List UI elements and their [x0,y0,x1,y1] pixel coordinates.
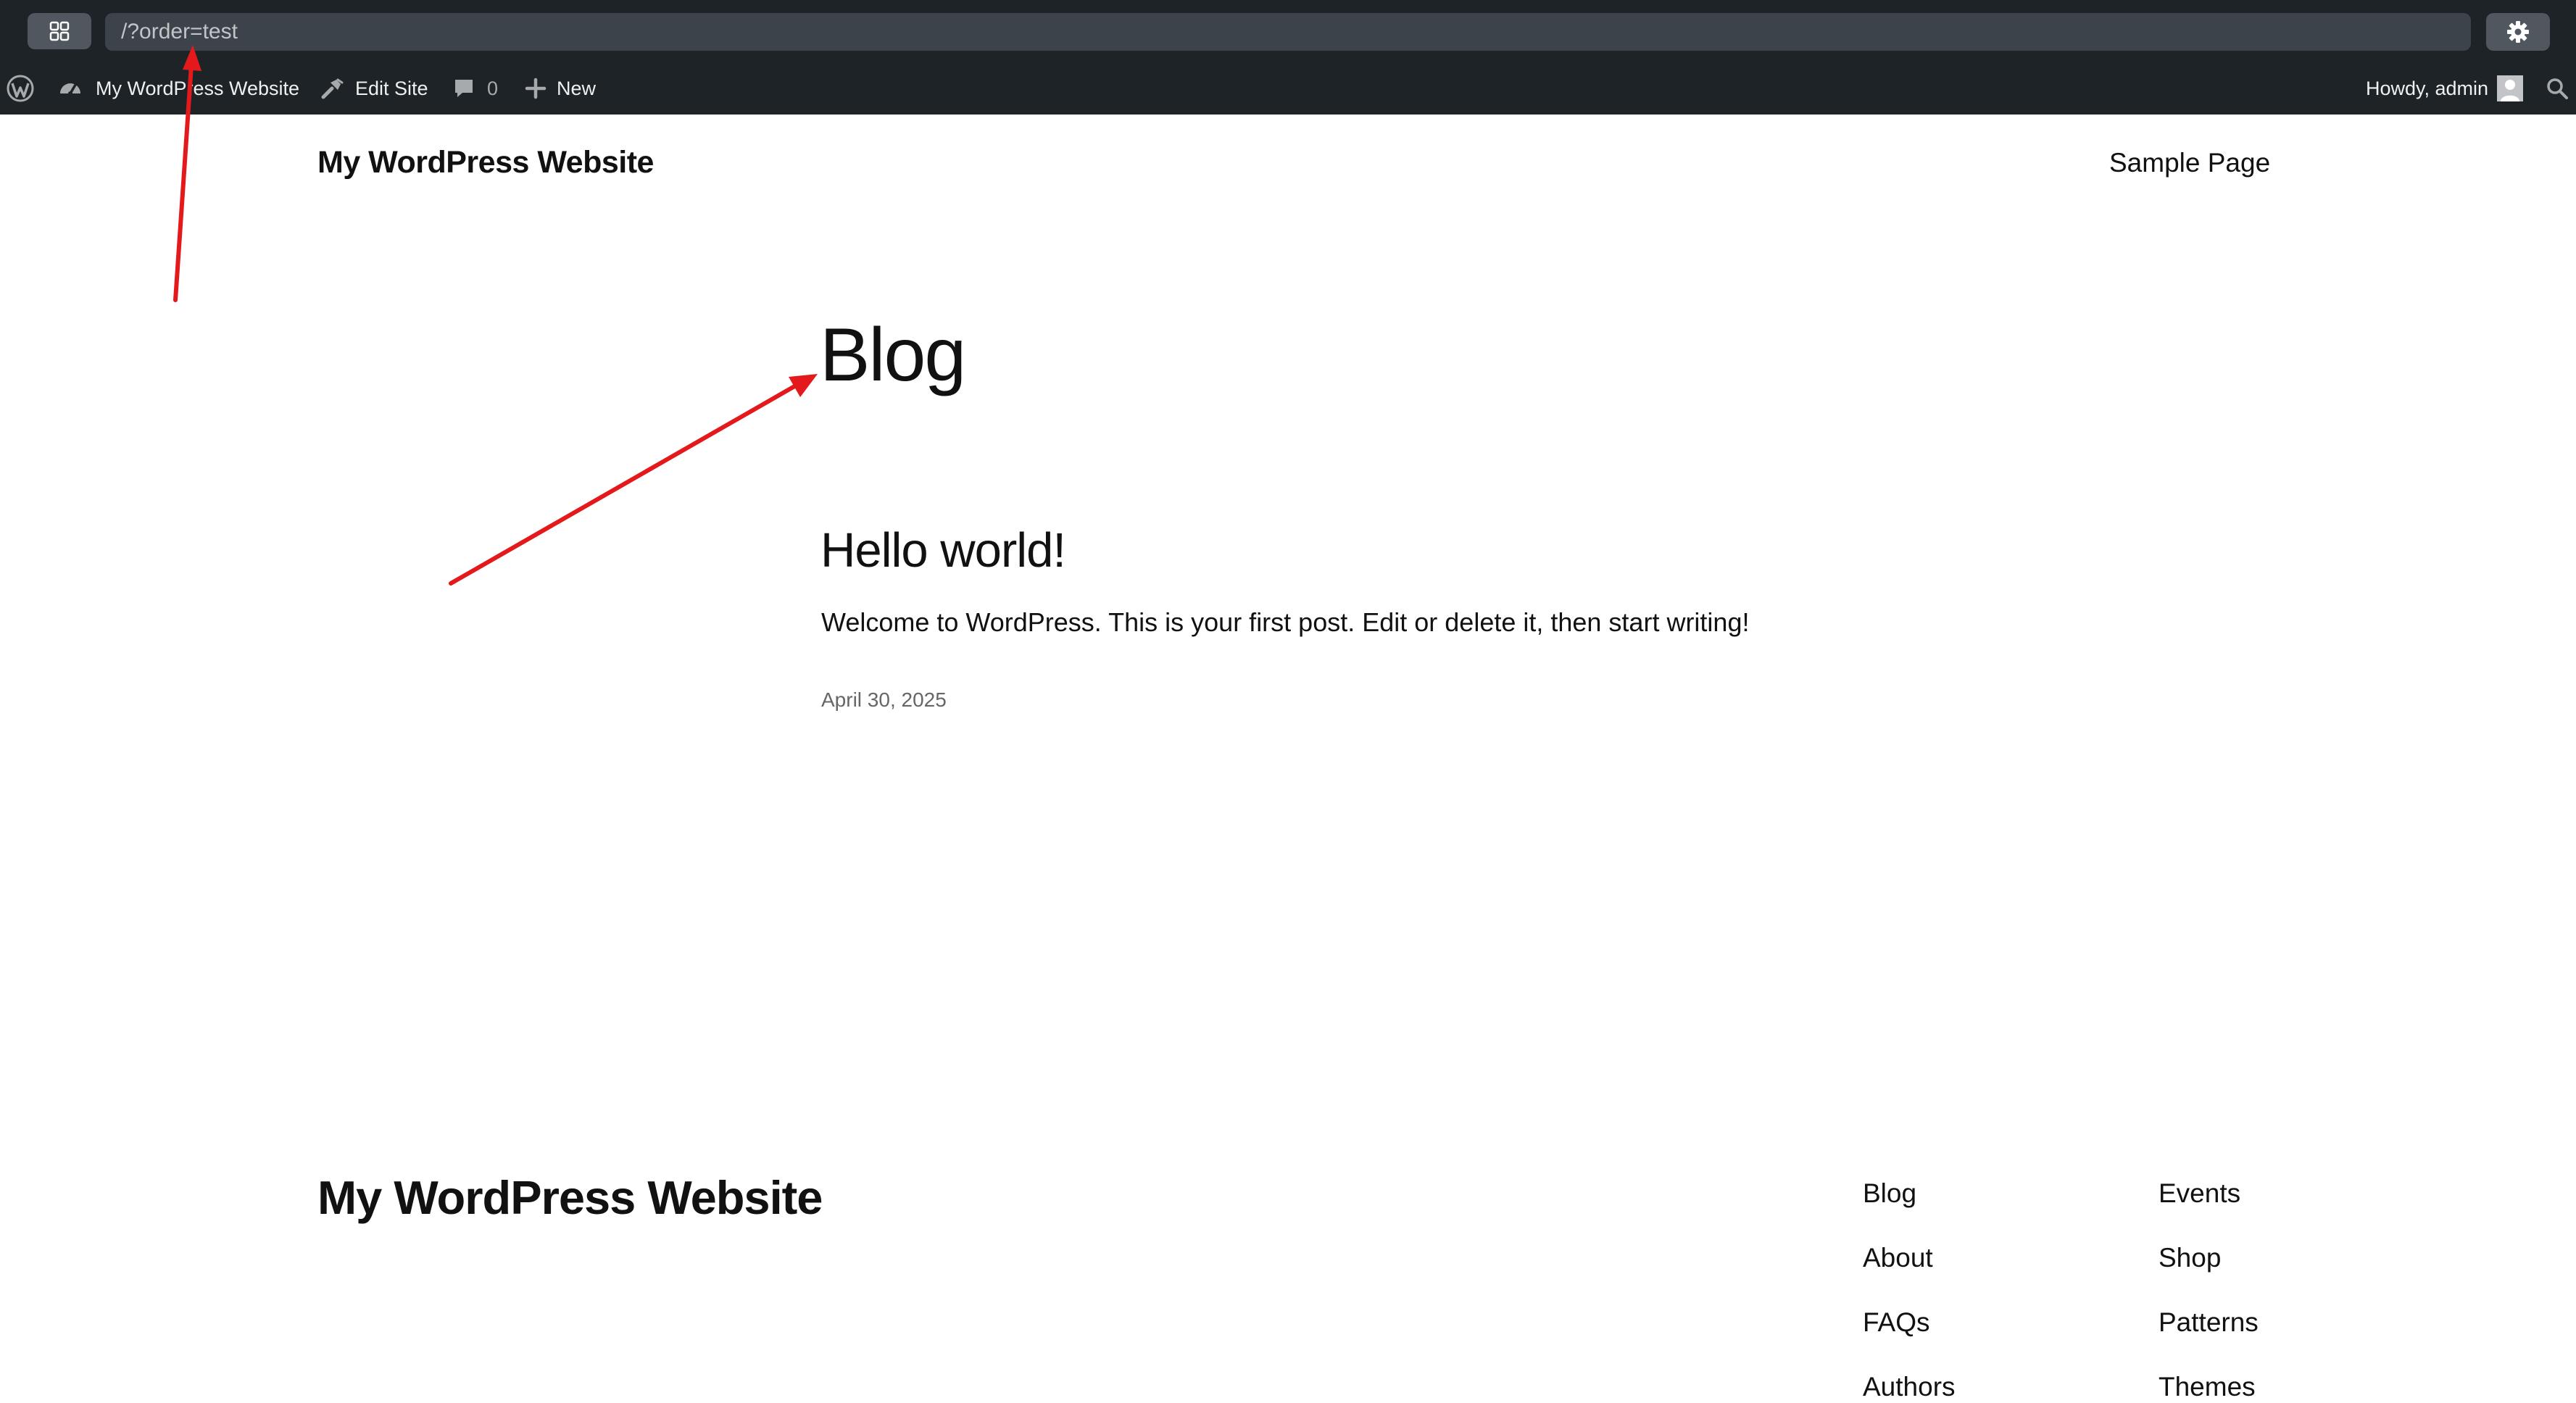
comment-icon [455,80,473,97]
admin-bar: My WordPress Website Edit Site 0 New How… [0,62,2576,115]
site-title[interactable]: My WordPress Website [317,145,654,180]
annotation-arrow-heading [449,374,818,586]
dashboard-icon [60,83,80,96]
footer-nav-column-2: Events Shop Patterns Themes [2159,1175,2259,1403]
greeting-label: Howdy, admin [2366,77,2489,99]
post-excerpt: Welcome to WordPress. This is your first… [821,607,1750,637]
wordpress-logo-icon [7,75,34,102]
new-label: New [557,77,597,99]
search-icon [2547,78,2568,99]
url-toolbar: /?order=test [0,0,2576,62]
admin-search[interactable] [2546,62,2569,115]
site-name-label: My WordPress Website [96,77,300,99]
grid-icon [49,21,70,41]
nav-link-sample-page[interactable]: Sample Page [2109,148,2270,178]
new-content-menu[interactable]: New [525,62,596,115]
account-menu[interactable]: Howdy, admin [2366,62,2524,115]
footer-link-about[interactable]: About [1863,1240,1956,1304]
post-date[interactable]: April 30, 2025 [821,688,947,712]
footer-link-themes[interactable]: Themes [2159,1369,2259,1403]
url-input[interactable]: /?order=test [105,13,2471,51]
comments-count: 0 [487,77,499,99]
comments-menu[interactable]: 0 [452,62,498,115]
footer-nav-column-1: Blog About FAQs Authors [1863,1175,1956,1403]
apps-grid-button[interactable] [28,13,91,49]
footer-link-faqs[interactable]: FAQs [1863,1304,1956,1369]
edit-site-menu[interactable]: Edit Site [319,62,428,115]
plus-icon [525,78,547,99]
edit-site-label: Edit Site [355,77,428,99]
footer-link-patterns[interactable]: Patterns [2159,1304,2259,1369]
site-name-menu[interactable]: My WordPress Website [58,62,299,115]
brush-icon [321,78,344,99]
avatar [2497,75,2524,101]
footer-link-events[interactable]: Events [2159,1175,2259,1240]
post-title[interactable]: Hello world! [820,526,1066,575]
gear-icon [2507,21,2529,43]
footer-link-blog[interactable]: Blog [1863,1175,1956,1240]
page-title: Blog [820,313,966,397]
settings-button[interactable] [2486,13,2550,51]
footer-site-title[interactable]: My WordPress Website [317,1174,823,1221]
wordpress-menu[interactable] [6,62,35,115]
footer-link-authors[interactable]: Authors [1863,1369,1956,1403]
footer-link-shop[interactable]: Shop [2159,1240,2259,1304]
